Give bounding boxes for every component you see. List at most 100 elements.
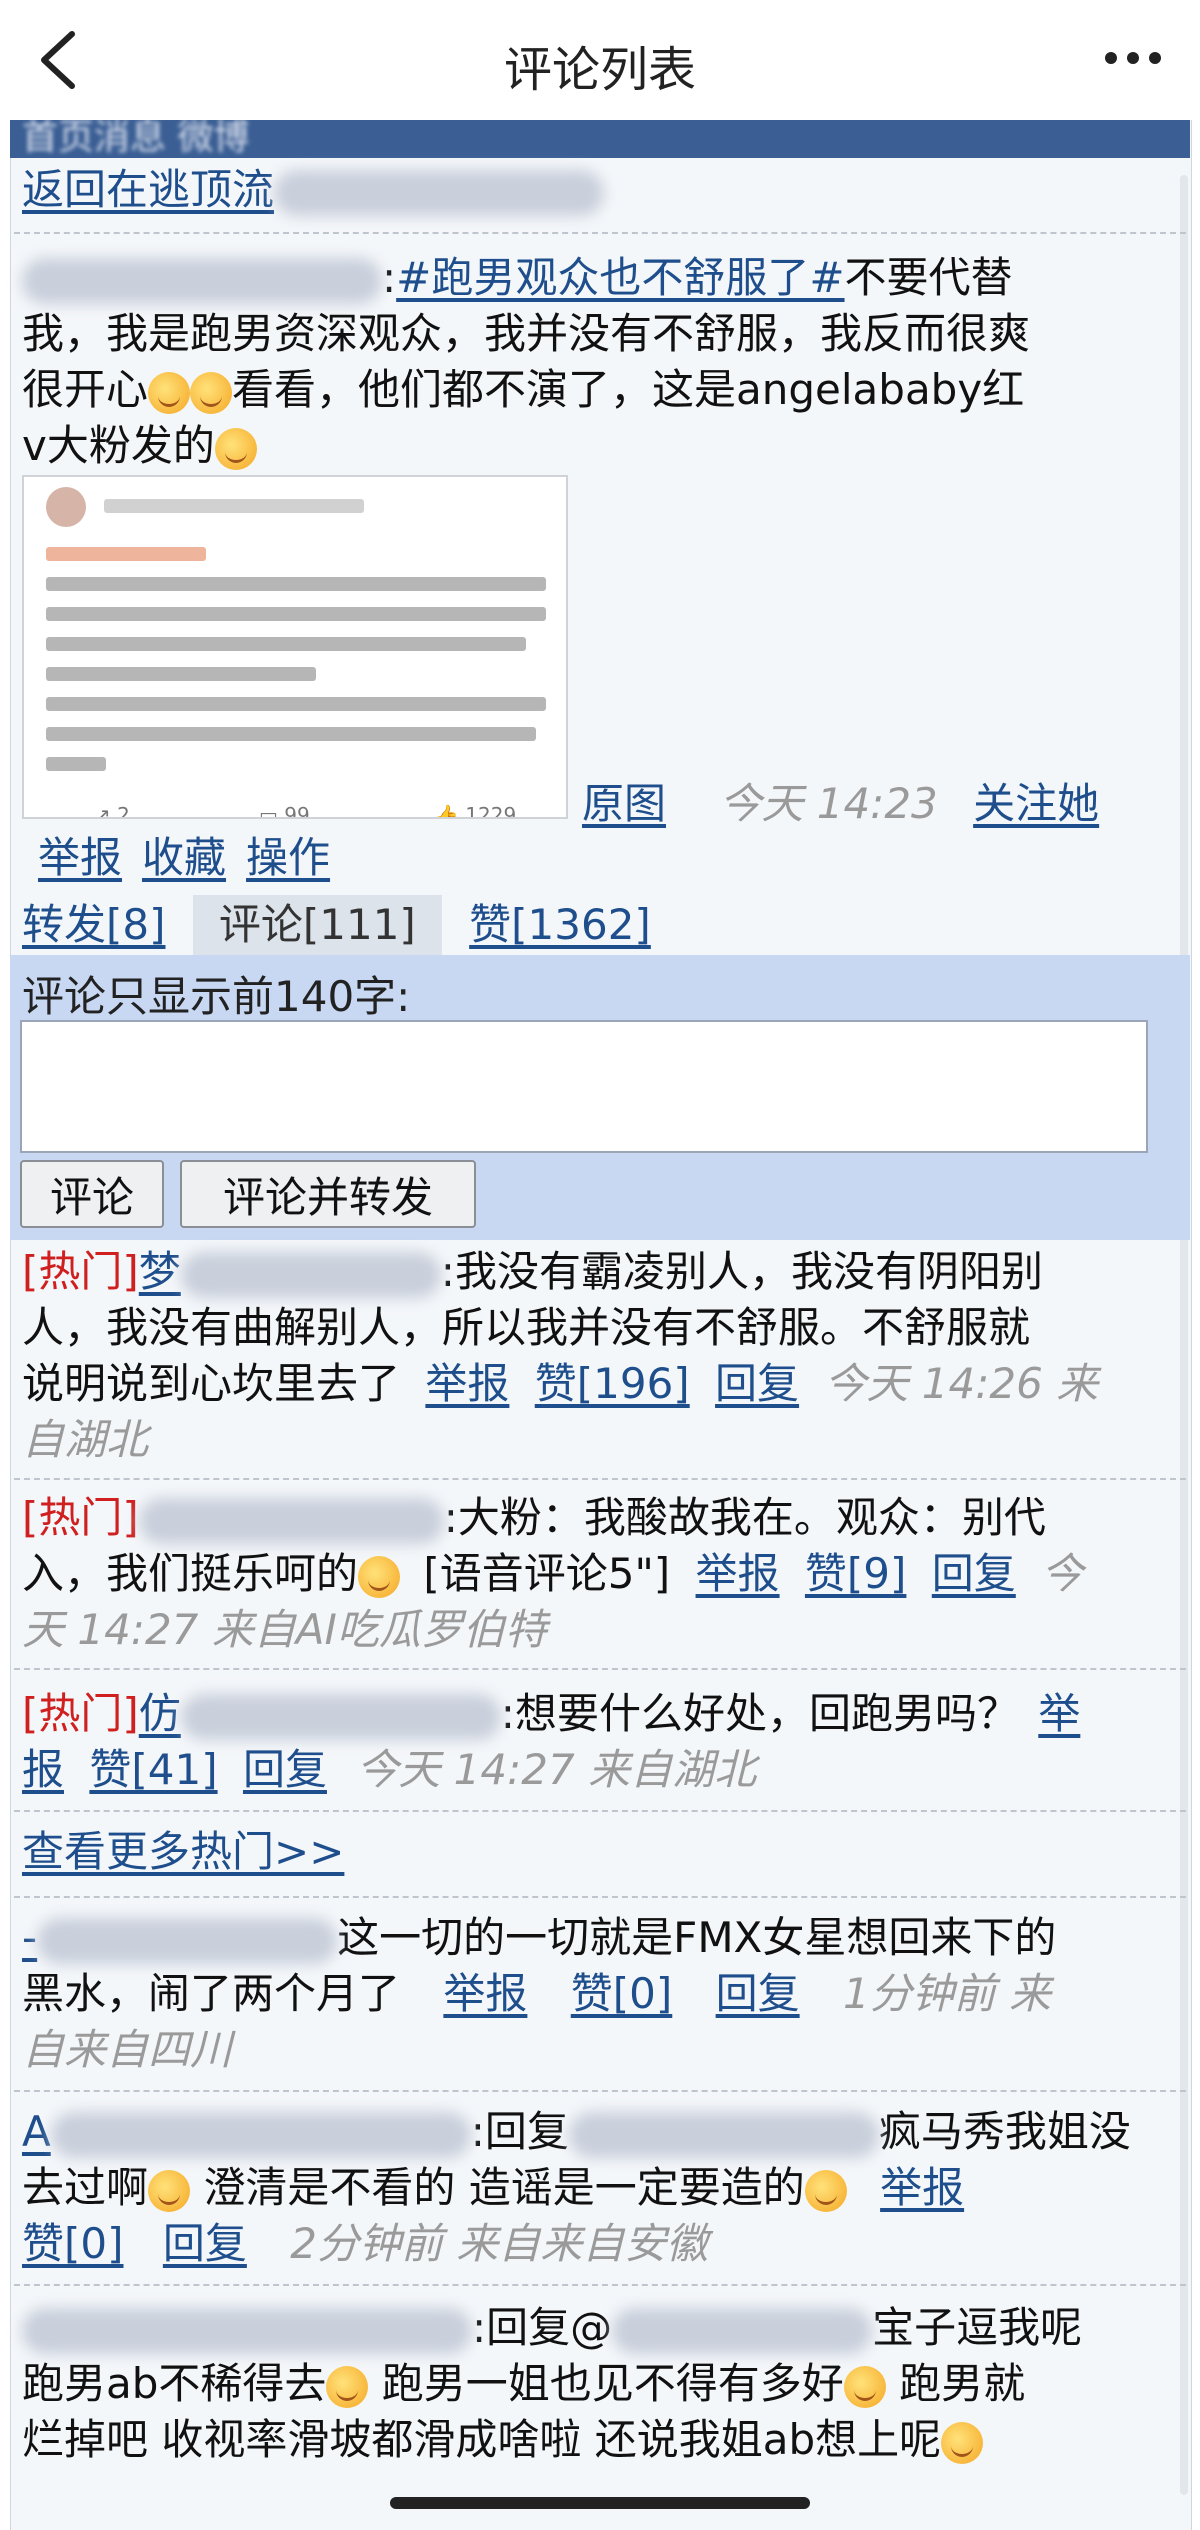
report-link[interactable]: 举 [1038, 1689, 1080, 1738]
like-link[interactable]: 赞[41] [89, 1745, 217, 1794]
post-meta-row: 原图 今天 14:23 关注她 [582, 776, 1182, 832]
favorite-link[interactable]: 收藏 [142, 833, 226, 882]
comment-meta: 今 [1041, 1549, 1084, 1598]
hot-comment-line: 人，我没有曲解别人，所以我并没有不舒服。不舒服就 [22, 1303, 1031, 1352]
post-line-4: v大粉发的 [22, 418, 1182, 474]
back-to-profile-link[interactable]: 返回在逃顶流 [22, 165, 274, 214]
hot-tag: [热门] [22, 1493, 139, 1542]
comment-line: 赞[0] 回复 2分钟前 来自来自安徽 [22, 2216, 1182, 2272]
emoji-icon [804, 2169, 847, 2212]
follow-link[interactable]: 关注她 [973, 779, 1099, 828]
header-strip-text: 首页消息 微博 [22, 120, 250, 158]
comment-meta: 1分钟前 来 [842, 1969, 1052, 2018]
report-link[interactable]: 举报 [696, 1549, 780, 1598]
comment-line: 烂掉吧 收视率滑坡都滑成啥啦 还说我姐ab想上呢 [22, 2412, 1182, 2468]
hot-tag: [热门] [22, 1689, 139, 1738]
report-link[interactable]: 举报 [425, 1359, 509, 1408]
divider [14, 232, 1186, 234]
blurred-username [180, 1251, 441, 1298]
more-hot-link[interactable]: 查看更多热门>> [22, 1827, 344, 1876]
hot-comment-line: [热门]仿:想要什么好处，回跑男吗？ 举 [22, 1689, 1081, 1740]
tab-repost[interactable]: 转发[8] [22, 900, 166, 949]
like-count-icon: 👍 1229 [434, 803, 517, 819]
comment-line: 跑男ab不稀得去 跑男一姐也见不得有多好 跑男就 [22, 2359, 1026, 2408]
tabs-row: 转发[8] 评论[111] 赞[1362] [22, 895, 651, 955]
reply-link[interactable]: 回复 [715, 1359, 799, 1408]
voice-comment[interactable]: [语音评论5"] [423, 1549, 670, 1598]
hot-tag: [热门] [22, 1247, 139, 1296]
divider [14, 1668, 1186, 1670]
reply-link[interactable]: 回复 [932, 1549, 1016, 1598]
comment-user-link[interactable]: 梦 [139, 1247, 181, 1296]
comment-user-link[interactable]: A [22, 2107, 51, 2156]
blurred-username [180, 1693, 501, 1740]
hot-comment-line: 报 赞[41] 回复 今天 14:27 来自湖北 [22, 1742, 1182, 1798]
blurred-username [612, 2307, 873, 2354]
report-link[interactable]: 举报 [38, 833, 122, 882]
emoji-icon [148, 2169, 191, 2212]
blurred-username [22, 257, 382, 304]
emoji-icon [190, 371, 233, 414]
original-image-link[interactable]: 原图 [582, 779, 666, 828]
like-link[interactable]: 赞[9] [805, 1549, 907, 1598]
comment-form: 评论只显示前140字: 评论 评论并转发 [10, 955, 1190, 1240]
blurred-username [37, 1917, 338, 1964]
hot-comment-line: [热门]梦:我没有霸凌别人，我没有阴阳别 [22, 1247, 1043, 1298]
emoji-icon [358, 1555, 401, 1598]
report-link[interactable]: 报 [22, 1745, 64, 1794]
like-link[interactable]: 赞[0] [22, 2219, 124, 2268]
blurred-username [138, 1497, 444, 1544]
post-line-1: :#跑男观众也不舒服了#不要代替 [22, 250, 1182, 306]
more-hot-row: 查看更多热门>> [22, 1824, 1182, 1880]
divider [14, 2090, 1186, 2092]
comment-input[interactable] [20, 1020, 1148, 1153]
hot-comment-line: 入，我们挺乐呵的 [语音评论5"] 举报 赞[9] 回复 今 [22, 1549, 1084, 1598]
comment-line: - 这一切的一切就是FMX女星想回来下的 [22, 1913, 1057, 1964]
post-text: 不要代替 [844, 253, 1013, 302]
page-title: 评论列表 [503, 42, 696, 98]
comment-and-repost-button[interactable]: 评论并转发 [180, 1160, 476, 1228]
like-link[interactable]: 赞[196] [535, 1359, 690, 1408]
tab-comment[interactable]: 评论[111] [192, 895, 442, 955]
blurred-username [22, 2307, 472, 2354]
comment-meta: 自来自四川 [22, 2025, 233, 2074]
operate-link[interactable]: 操作 [246, 833, 330, 882]
header-strip: 首页消息 微博 [10, 120, 1190, 158]
comment-form-label: 评论只显示前140字: [22, 972, 411, 1021]
comment-meta: 2分钟前 来自来自安徽 [290, 2219, 709, 2268]
divider [14, 1896, 1186, 1898]
reply-link[interactable]: 回复 [716, 1969, 800, 2018]
blurred-username [50, 2111, 471, 2158]
topic-link[interactable]: #跑男观众也不舒服了# [396, 253, 844, 302]
like-link[interactable]: 赞[0] [571, 1969, 673, 2018]
emoji-icon [148, 371, 191, 414]
hot-comment-line: [热门]:大粉：我酸故我在。观众：别代 [22, 1493, 1046, 1544]
emoji-icon [326, 2365, 369, 2408]
home-indicator [390, 2497, 810, 2509]
repost-count-icon: ↗ 2 [94, 803, 130, 819]
tab-like[interactable]: 赞[1362] [469, 900, 651, 949]
post-image-thumbnail[interactable]: ↗ 2 ▭ 99 👍 1229 [22, 475, 568, 819]
post-line-2: 我，我是跑男资深观众，我并没有不舒服，我反而很爽 [22, 309, 1031, 358]
comment-line: 去过啊 澄清是不看的 造谣是一定要造的 举报 [22, 2163, 965, 2212]
emoji-icon [843, 2365, 886, 2408]
comment-meta: 今天 14:27 来自湖北 [356, 1745, 757, 1794]
more-options-icon[interactable] [1100, 38, 1170, 78]
report-link[interactable]: 举报 [880, 2163, 964, 2212]
comment-user-link[interactable]: 仿 [139, 1689, 181, 1738]
comment-user-link[interactable]: - [22, 1913, 37, 1962]
comment-button[interactable]: 评论 [20, 1160, 164, 1228]
comment-meta: 自湖北 [22, 1415, 149, 1464]
divider [14, 1478, 1186, 1480]
emoji-icon [941, 2421, 984, 2464]
back-link-row: 返回在逃顶流 [22, 162, 1182, 218]
comment-meta: 今天 14:26 来 [824, 1359, 1099, 1408]
blurred-name [274, 169, 605, 216]
comment-line: :回复@ 宝子逗我呢 [22, 2300, 1182, 2356]
avatar [46, 487, 86, 527]
hot-comment-line: 说明说到心坎里去了 举报 赞[196] 回复 今天 14:26 来 [22, 1359, 1099, 1408]
emoji-icon [214, 427, 257, 470]
reply-link[interactable]: 回复 [163, 2219, 247, 2268]
reply-link[interactable]: 回复 [243, 1745, 327, 1794]
report-link[interactable]: 举报 [443, 1969, 527, 2018]
